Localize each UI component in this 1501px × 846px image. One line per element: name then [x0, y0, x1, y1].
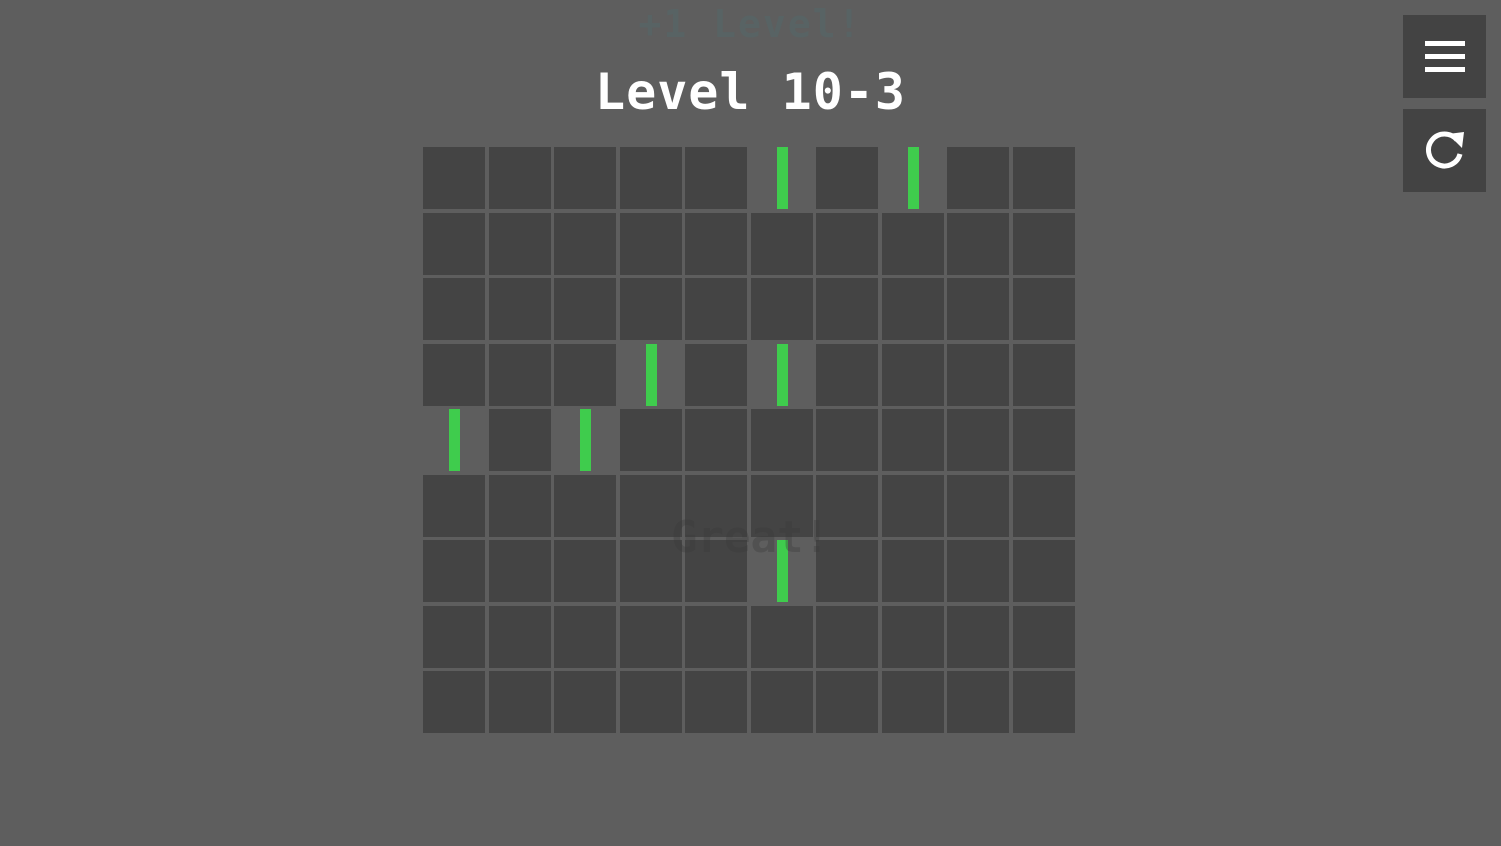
grid-cell[interactable]	[423, 213, 485, 275]
grid-cell[interactable]	[1013, 278, 1075, 340]
grid-cell[interactable]	[947, 671, 1009, 733]
grid-cell[interactable]	[423, 475, 485, 537]
grid-cell[interactable]	[882, 606, 944, 668]
grid-cell[interactable]	[947, 213, 1009, 275]
restart-button[interactable]	[1403, 109, 1486, 192]
grid-cell[interactable]	[489, 475, 551, 537]
grid-cell[interactable]	[947, 606, 1009, 668]
grid-cell[interactable]	[1013, 409, 1075, 471]
grid-cell[interactable]	[947, 409, 1009, 471]
restart-icon	[1425, 131, 1464, 168]
grid-cell[interactable]	[685, 540, 747, 602]
grid-cell-bar[interactable]	[423, 409, 485, 471]
grid-cell[interactable]	[620, 475, 682, 537]
grid-cell[interactable]	[751, 409, 813, 471]
game-screen: +1 Level! Level 10-3 Great!	[0, 0, 1501, 846]
grid-cell[interactable]	[1013, 540, 1075, 602]
grid-cell[interactable]	[423, 671, 485, 733]
grid-cell-bar[interactable]	[751, 540, 813, 602]
grid-cell[interactable]	[685, 409, 747, 471]
grid-cell[interactable]	[685, 344, 747, 406]
grid-cell-bar[interactable]	[751, 344, 813, 406]
grid-cell[interactable]	[620, 213, 682, 275]
grid-cell[interactable]	[489, 147, 551, 209]
grid-cell[interactable]	[685, 147, 747, 209]
grid-cell[interactable]	[685, 606, 747, 668]
grid-cell[interactable]	[947, 540, 1009, 602]
grid-cell[interactable]	[685, 475, 747, 537]
grid-cell[interactable]	[1013, 147, 1075, 209]
grid-cell[interactable]	[882, 278, 944, 340]
game-board	[423, 147, 1078, 737]
grid-cell[interactable]	[554, 475, 616, 537]
grid-cell[interactable]	[882, 671, 944, 733]
grid-cell[interactable]	[423, 606, 485, 668]
grid-cell[interactable]	[620, 606, 682, 668]
grid-cell[interactable]	[685, 671, 747, 733]
grid-cell[interactable]	[489, 409, 551, 471]
grid-cell[interactable]	[1013, 671, 1075, 733]
grid-cell[interactable]	[554, 540, 616, 602]
grid-cell[interactable]	[620, 147, 682, 209]
grid-cell[interactable]	[882, 213, 944, 275]
grid-cell[interactable]	[489, 278, 551, 340]
grid-cell[interactable]	[882, 344, 944, 406]
grid-cell[interactable]	[751, 671, 813, 733]
grid-cell[interactable]	[423, 147, 485, 209]
grid-cell[interactable]	[882, 540, 944, 602]
grid-cell[interactable]	[751, 475, 813, 537]
grid-cell[interactable]	[816, 344, 878, 406]
grid-cell[interactable]	[882, 475, 944, 537]
grid-cell[interactable]	[947, 278, 1009, 340]
grid-cell[interactable]	[685, 213, 747, 275]
grid-cell[interactable]	[620, 278, 682, 340]
grid-cell[interactable]	[1013, 213, 1075, 275]
grid-cell[interactable]	[554, 213, 616, 275]
grid-cell[interactable]	[620, 671, 682, 733]
grid-cell[interactable]	[947, 344, 1009, 406]
grid-cell-bar[interactable]	[554, 409, 616, 471]
grid-cell[interactable]	[423, 344, 485, 406]
grid-cell[interactable]	[685, 278, 747, 340]
grid-cell[interactable]	[620, 540, 682, 602]
grid-cell[interactable]	[1013, 344, 1075, 406]
grid-cell[interactable]	[554, 344, 616, 406]
grid-cell[interactable]	[751, 606, 813, 668]
level-up-toast: +1 Level!	[638, 2, 863, 46]
grid-cell[interactable]	[882, 409, 944, 471]
grid-cell[interactable]	[423, 278, 485, 340]
grid-cell-bar[interactable]	[620, 344, 682, 406]
grid-cell[interactable]	[816, 475, 878, 537]
grid-cell[interactable]	[554, 278, 616, 340]
grid-cell[interactable]	[816, 278, 878, 340]
grid-cell[interactable]	[554, 147, 616, 209]
grid-cell[interactable]	[947, 475, 1009, 537]
grid-cell[interactable]	[816, 213, 878, 275]
grid-cell[interactable]	[816, 147, 878, 209]
grid-cell[interactable]	[489, 540, 551, 602]
grid-cell[interactable]	[489, 344, 551, 406]
grid-cell[interactable]	[423, 540, 485, 602]
grid-cell[interactable]	[1013, 606, 1075, 668]
grid-cell[interactable]	[816, 409, 878, 471]
grid-cell-bar[interactable]	[882, 147, 944, 209]
grid-cell[interactable]	[554, 671, 616, 733]
grid-cell[interactable]	[554, 606, 616, 668]
grid-cell-bar[interactable]	[751, 147, 813, 209]
grid-cell[interactable]	[620, 409, 682, 471]
menu-button[interactable]	[1403, 15, 1486, 98]
grid-cell[interactable]	[816, 606, 878, 668]
grid-cell[interactable]	[816, 540, 878, 602]
grid-cell[interactable]	[1013, 475, 1075, 537]
grid-cell[interactable]	[489, 213, 551, 275]
grid-cell[interactable]	[489, 671, 551, 733]
grid-cell[interactable]	[816, 671, 878, 733]
hamburger-menu-icon	[1424, 40, 1465, 72]
grid-cell[interactable]	[947, 147, 1009, 209]
level-title: Level 10-3	[594, 63, 907, 121]
grid-cell[interactable]	[489, 606, 551, 668]
grid-cell[interactable]	[751, 213, 813, 275]
grid-cell[interactable]	[751, 278, 813, 340]
